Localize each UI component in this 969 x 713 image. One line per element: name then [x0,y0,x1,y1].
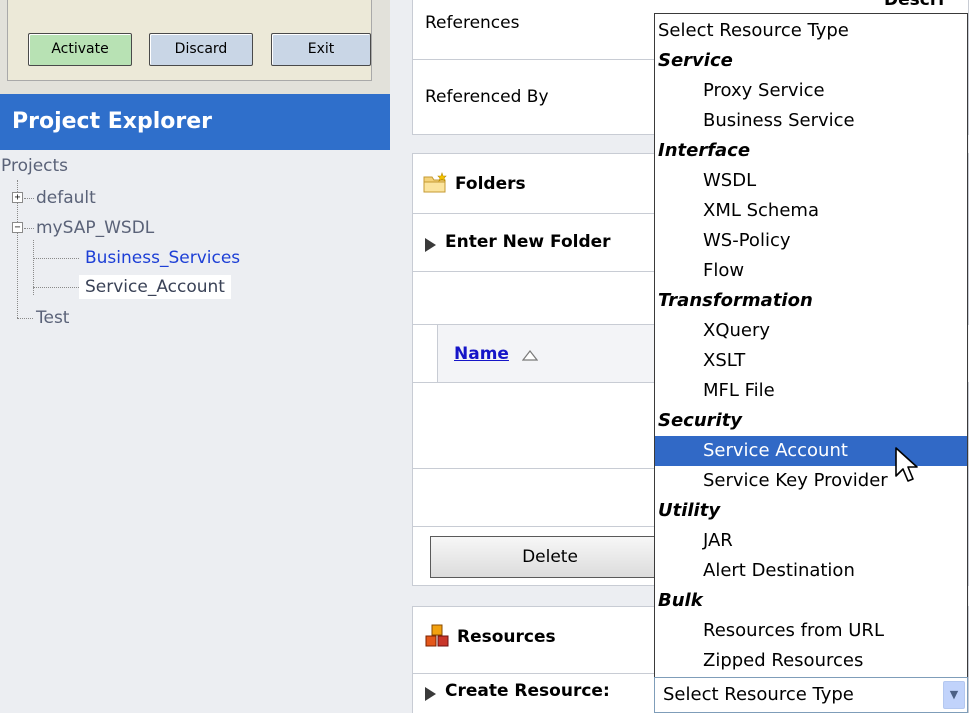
resources-title: Resources [457,627,556,647]
expand-arrow-icon[interactable] [425,687,436,701]
tree-node-mysap-wsdl[interactable]: mySAP_WSDL [36,216,154,240]
dropdown-option-jar[interactable]: JAR [655,526,967,556]
name-column-link[interactable]: Name [454,344,509,364]
discard-button[interactable]: Discard [149,33,253,66]
dropdown-option-mfl-file[interactable]: MFL File [655,376,967,406]
left-panel: Activate Discard Exit Project Explorer P… [0,0,390,713]
dropdown-option-ws-policy[interactable]: WS-Policy [655,226,967,256]
delete-button[interactable]: Delete [430,536,670,578]
tree-node-business-services[interactable]: Business_Services [85,246,240,270]
enter-new-folder-label[interactable]: Enter New Folder [445,232,611,252]
referenced-by-label: Referenced By [425,87,549,107]
tree-connector [24,198,34,199]
tree-connector [17,318,33,319]
dropdown-option-proxy-service[interactable]: Proxy Service [655,76,967,106]
dropdown-option-flow[interactable]: Flow [655,256,967,286]
tree-node-service-account[interactable]: Service_Account [79,275,231,299]
tree-root-projects[interactable]: Projects [1,154,68,178]
collapse-icon[interactable]: − [12,222,23,233]
project-explorer-title: Project Explorer [0,94,390,150]
resource-type-dropdown-list[interactable]: Select Resource Type Service Proxy Service… [654,13,968,678]
chevron-down-icon[interactable]: ▼ [943,681,965,709]
dropdown-option-xml-schema[interactable]: XML Schema [655,196,967,226]
dropdown-option-zipped-resources[interactable]: Zipped Resources [655,646,967,676]
select-current-value: Select Resource Type [663,684,854,705]
create-resource-label: Create Resource: [445,681,610,701]
sort-ascending-icon[interactable] [522,349,538,361]
dropdown-group-service: Service [658,50,733,71]
change-center-box: Activate Discard Exit [7,0,372,81]
dropdown-option-wsdl[interactable]: WSDL [655,166,967,196]
tree-connector [33,287,79,288]
dropdown-option-service-key-provider[interactable]: Service Key Provider [655,466,967,496]
tree-node-test[interactable]: Test [36,306,69,330]
dropdown-group-security: Security [658,410,743,431]
resource-type-select[interactable]: Select Resource Type ▼ [654,677,968,713]
tree-connector [24,228,34,229]
resources-icon [425,624,449,647]
dropdown-option-service-account[interactable]: Service Account [655,436,967,466]
tree-node-default[interactable]: default [36,186,96,210]
dropdown-group-interface: Interface [658,140,751,161]
expand-arrow-icon[interactable] [425,238,436,252]
change-center: Activate Discard Exit [0,0,390,94]
dropdown-option-business-service[interactable]: Business Service [655,106,967,136]
dropdown-option-alert-destination[interactable]: Alert Destination [655,556,967,586]
dropdown-option-select-resource-type[interactable]: Select Resource Type [655,16,967,46]
dropdown-group-bulk: Bulk [658,590,703,611]
project-tree: Projects + default − mySAP_WSDL Business… [0,150,390,713]
description-header-fragment: Descri [884,0,945,10]
tree-connector [33,258,79,259]
dropdown-group-transformation: Transformation [658,290,813,311]
exit-button[interactable]: Exit [271,33,371,66]
expand-icon[interactable]: + [12,192,23,203]
dropdown-option-resources-from-url[interactable]: Resources from URL [655,616,967,646]
dropdown-option-xslt[interactable]: XSLT [655,346,967,376]
dropdown-group-utility: Utility [658,500,721,521]
references-label: References [425,13,520,33]
dropdown-option-xquery[interactable]: XQuery [655,316,967,346]
folder-icon [423,172,447,193]
folders-title: Folders [455,174,526,194]
mouse-pointer-icon [895,447,918,482]
activate-button[interactable]: Activate [28,33,132,66]
